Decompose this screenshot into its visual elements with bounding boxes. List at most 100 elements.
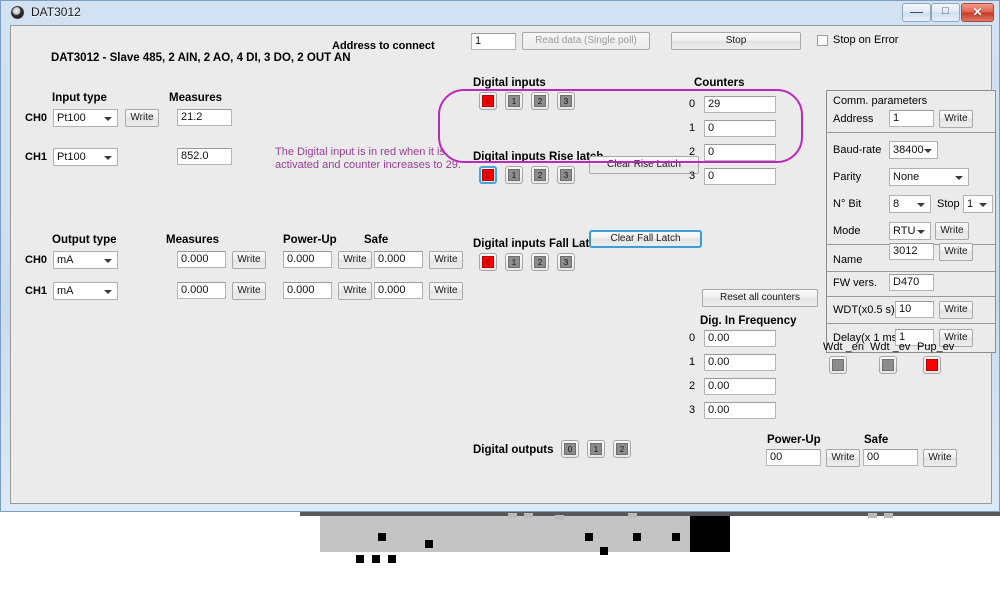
comm-baud-label: Baud-rate — [833, 144, 882, 156]
counter-field-0[interactable]: 29 — [704, 96, 776, 113]
rise-latch-led-2[interactable]: 2 — [531, 166, 549, 184]
app-circle-icon — [11, 6, 24, 19]
comm-fw-field: D470 — [889, 274, 934, 291]
artifact-speck — [425, 540, 433, 548]
rise-latch-led-1[interactable]: 1 — [505, 166, 523, 184]
aout-ch1-powerup-field[interactable]: 0.000 — [283, 282, 332, 299]
wdt-ev-indicator[interactable] — [879, 356, 897, 374]
aout-ch1-type-select[interactable]: mA — [53, 282, 118, 300]
ain-ch1-input-type-select[interactable]: Pt100 — [53, 148, 118, 166]
comm-mode-select[interactable]: RTU — [889, 222, 931, 240]
title-bar[interactable]: DAT3012 — □ ✕ — [1, 1, 999, 25]
wdt-en-label: Wdt _en — [823, 341, 864, 353]
digital-input-led-2[interactable]: 2 — [531, 92, 549, 110]
comm-nbit-select[interactable]: 8 — [889, 195, 931, 213]
comm-mode-write-button[interactable]: Write — [935, 222, 969, 240]
address-to-connect-input[interactable]: 1 — [471, 33, 516, 50]
application-window: DAT3012 — □ ✕ Address to connect 1 Read … — [0, 0, 1000, 512]
comm-wdt-field[interactable]: 10 — [895, 301, 934, 318]
do-safe-write-button[interactable]: Write — [923, 449, 957, 467]
artifact-speck — [585, 533, 593, 541]
counter-field-2[interactable]: 0 — [704, 144, 776, 161]
fall-latch-led-0[interactable]: 0 — [479, 253, 497, 271]
digital-output-led-1[interactable]: 1 — [587, 440, 605, 458]
comm-address-field[interactable]: 1 — [889, 110, 934, 127]
artifact-speck — [884, 513, 893, 518]
ain-ch0-measure-field[interactable]: 21.2 — [177, 109, 232, 126]
comm-name-field[interactable]: 3012 — [889, 243, 934, 260]
fall-latch-led-2[interactable]: 2 — [531, 253, 549, 271]
aout-ch0-powerup-write[interactable]: Write — [338, 251, 372, 269]
ain-ch1-measure-field[interactable]: 852.0 — [177, 148, 232, 165]
artifact-speck — [508, 513, 517, 518]
frequency-field-2[interactable]: 0.00 — [704, 378, 776, 395]
comm-mode-label: Mode — [833, 225, 861, 237]
aout-ch0-safe-field[interactable]: 0.000 — [374, 251, 423, 268]
comm-stop-label: Stop — [937, 198, 960, 210]
minimize-button[interactable]: — — [902, 3, 931, 22]
rise-latch-led-3[interactable]: 3 — [557, 166, 575, 184]
ain-ch0-write-button[interactable]: Write — [125, 109, 159, 127]
aout-ch0-measure-write[interactable]: Write — [232, 251, 266, 269]
annotation-text: The Digital input is in red when it is a… — [275, 146, 461, 171]
digital-input-led-1[interactable]: 1 — [505, 92, 523, 110]
render-artifact-region — [0, 512, 1000, 600]
wdt-en-indicator[interactable] — [829, 356, 847, 374]
comm-name-write-button[interactable]: Write — [939, 243, 973, 261]
divider — [827, 271, 995, 272]
measures-label-out: Measures — [166, 234, 220, 246]
frequency-index-2: 2 — [689, 380, 696, 392]
frequency-field-3[interactable]: 0.00 — [704, 402, 776, 419]
pup-ev-indicator[interactable] — [923, 356, 941, 374]
minimize-icon: — — [910, 4, 923, 19]
comm-baud-select[interactable]: 38400 — [889, 141, 938, 159]
aout-ch1-safe-write[interactable]: Write — [429, 282, 463, 300]
rise-latch-led-0[interactable]: 0 — [479, 166, 497, 184]
ain-ch0-input-type-select[interactable]: Pt100 — [53, 109, 118, 127]
maximize-button[interactable]: □ — [931, 3, 960, 22]
do-powerup-write-button[interactable]: Write — [826, 449, 860, 467]
clear-fall-latch-button[interactable]: Clear Fall Latch — [589, 230, 702, 248]
reset-all-counters-button[interactable]: Reset all counters — [702, 289, 818, 307]
comm-wdt-label: WDT(x0.5 s) — [833, 304, 895, 316]
digital-input-led-0[interactable]: 0 — [479, 92, 497, 110]
aout-ch1-safe-field[interactable]: 0.000 — [374, 282, 423, 299]
artifact-speck — [555, 515, 564, 520]
ain-ch1-label: CH1 — [25, 151, 48, 163]
digital-input-led-3[interactable]: 3 — [557, 92, 575, 110]
chevron-down-icon — [917, 230, 925, 234]
aout-ch1-measure-field[interactable]: 0.000 — [177, 282, 226, 299]
aout-ch0-powerup-field[interactable]: 0.000 — [283, 251, 332, 268]
aout-ch1-measure-write[interactable]: Write — [232, 282, 266, 300]
stop-button[interactable]: Stop — [671, 32, 801, 50]
fall-latch-led-3[interactable]: 3 — [557, 253, 575, 271]
fall-latch-led-1[interactable]: 1 — [505, 253, 523, 271]
aout-ch1-powerup-write[interactable]: Write — [338, 282, 372, 300]
frequency-index-0: 0 — [689, 332, 696, 344]
frequency-index-3: 3 — [689, 404, 696, 416]
comm-wdt-write-button[interactable]: Write — [939, 301, 973, 319]
digital-output-led-2[interactable]: 2 — [613, 440, 631, 458]
counter-index-3: 3 — [689, 170, 696, 182]
address-to-connect-label: Address to connect — [332, 40, 435, 52]
comm-parity-select[interactable]: None — [889, 168, 969, 186]
frequency-field-0[interactable]: 0.00 — [704, 330, 776, 347]
aout-ch0-type-select[interactable]: mA — [53, 251, 118, 269]
aout-ch1-label: CH1 — [25, 285, 48, 297]
read-data-button[interactable]: Read data (Single poll) — [522, 32, 650, 50]
close-button[interactable]: ✕ — [961, 3, 994, 22]
clear-rise-latch-button[interactable]: Clear Rise Latch — [589, 156, 699, 174]
counter-field-3[interactable]: 0 — [704, 168, 776, 185]
digital-output-led-0[interactable]: 0 — [561, 440, 579, 458]
comm-name-label: Name — [833, 254, 863, 266]
comm-address-write-button[interactable]: Write — [939, 110, 973, 128]
do-safe-field[interactable]: 00 — [863, 449, 918, 466]
frequency-field-1[interactable]: 0.00 — [704, 354, 776, 371]
aout-ch0-measure-field[interactable]: 0.000 — [177, 251, 226, 268]
counter-field-1[interactable]: 0 — [704, 120, 776, 137]
pup-ev-label: Pup_ev — [917, 341, 955, 353]
aout-ch0-safe-write[interactable]: Write — [429, 251, 463, 269]
stop-on-error-checkbox[interactable] — [817, 35, 828, 46]
comm-stop-select[interactable]: 1 — [963, 195, 993, 213]
do-powerup-field[interactable]: 00 — [766, 449, 821, 466]
